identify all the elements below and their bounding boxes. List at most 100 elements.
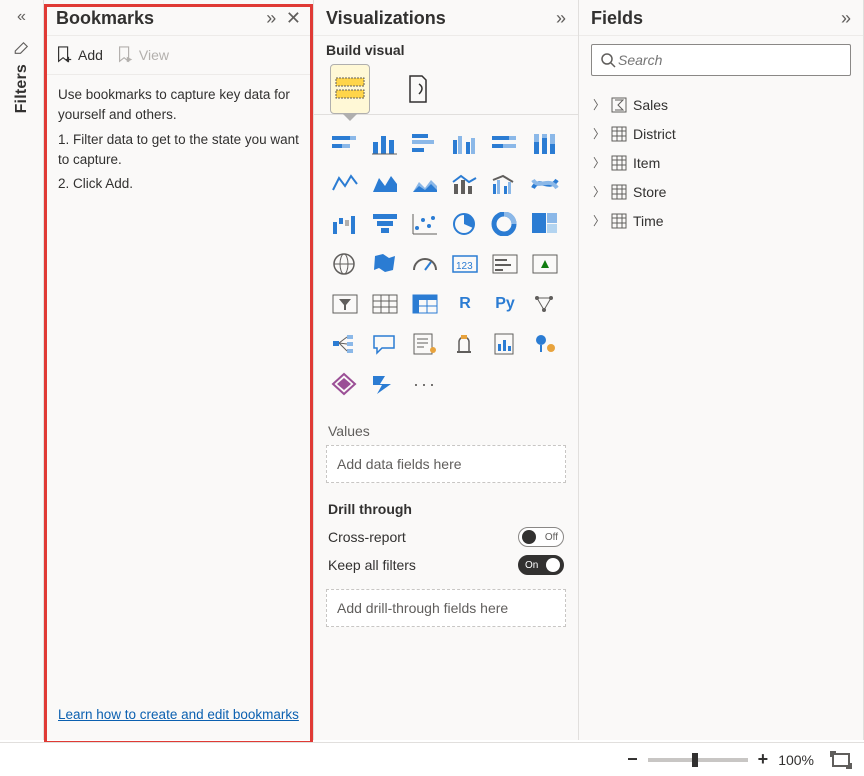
chevron-right-icon: 〉 [593,96,605,113]
kpi-icon[interactable] [528,247,562,281]
drill-through-label: Drill through [314,483,578,523]
build-visual-label: Build visual [314,36,578,58]
add-label: Add [78,47,103,63]
bookmarks-intro: Use bookmarks to capture key data for yo… [58,85,299,126]
r-visual-icon[interactable]: R [448,287,482,321]
stacked-area-chart-icon[interactable] [408,167,442,201]
zoom-out-button[interactable]: − [627,749,638,770]
bookmarks-title: Bookmarks [56,8,260,29]
field-table-time[interactable]: 〉 Time [583,206,859,235]
build-visual-tab[interactable] [330,64,370,114]
key-influencers-icon[interactable] [528,287,562,321]
donut-chart-icon[interactable] [488,207,522,241]
drill-through-field-well[interactable]: Add drill-through fields here [326,589,566,627]
treemap-icon[interactable] [528,207,562,241]
keep-filters-label: Keep all filters [328,557,416,573]
table-icon [611,155,627,171]
slicer-icon[interactable] [328,287,362,321]
chevron-right-icon: 〉 [593,212,605,229]
bookmarks-step1: 1. Filter data to get to the state you w… [58,130,299,171]
arcgis-icon[interactable] [528,327,562,361]
card-icon[interactable]: 123 [448,247,482,281]
bookmarks-pane: Bookmarks » ✕ Add View Use bookmarks to … [44,0,314,740]
hundred-stacked-column-icon[interactable] [528,127,562,161]
search-icon [600,52,616,68]
zoom-bar: − + 100% [0,742,864,776]
goals-icon[interactable] [448,327,482,361]
multi-row-card-icon[interactable] [488,247,522,281]
chevron-right-icon: 〉 [593,183,605,200]
view-bookmark-button: View [117,46,169,64]
line-clustered-column-icon[interactable] [488,167,522,201]
close-bookmarks-icon[interactable]: ✕ [286,8,301,28]
filled-map-icon[interactable] [368,247,402,281]
python-visual-icon[interactable]: Py [488,287,522,321]
cross-report-label: Cross-report [328,529,406,545]
bookmarks-help-link[interactable]: Learn how to create and edit bookmarks [58,707,299,722]
scatter-chart-icon[interactable] [408,207,442,241]
table-icon [611,126,627,142]
build-visual-icon [335,76,365,102]
gauge-icon[interactable] [408,247,442,281]
eraser-icon[interactable] [13,36,31,54]
fit-to-page-icon[interactable] [832,753,850,767]
hundred-stacked-bar-icon[interactable] [488,127,522,161]
view-label: View [139,47,169,63]
map-icon[interactable] [328,247,362,281]
power-apps-icon[interactable] [328,367,362,401]
collapse-visualizations-icon[interactable]: » [556,8,566,28]
cross-report-toggle[interactable]: Off [518,527,564,547]
table-icon [611,213,627,229]
format-icon [405,74,431,104]
zoom-slider[interactable] [648,758,748,762]
matrix-icon[interactable] [408,287,442,321]
chevron-right-icon: 〉 [593,154,605,171]
format-visual-tab[interactable] [398,64,438,114]
line-chart-icon[interactable] [328,167,362,201]
filters-pane-collapsed[interactable]: « Filters [0,0,44,740]
bookmarks-step2: 2. Click Add. [58,174,299,194]
fields-pane: Fields » 〉 Sales 〉 District 〉 Item [579,0,863,740]
svg-text:123: 123 [456,261,473,272]
field-table-district[interactable]: 〉 District [583,119,859,148]
clustered-column-chart-icon[interactable] [448,127,482,161]
visual-type-gallery: 123 R Py ··· [314,115,578,409]
line-stacked-column-icon[interactable] [448,167,482,201]
search-input[interactable] [616,51,842,69]
funnel-chart-icon[interactable] [368,207,402,241]
add-bookmark-button[interactable]: Add [56,46,103,64]
zoom-level: 100% [778,752,814,768]
table-icon[interactable] [368,287,402,321]
paginated-report-icon[interactable] [488,327,522,361]
values-label: Values [314,409,578,445]
visualizations-title: Visualizations [326,8,550,29]
chevron-right-icon: 〉 [593,125,605,142]
zoom-in-button[interactable]: + [758,749,769,770]
fields-search[interactable] [591,44,851,76]
more-visuals-icon[interactable]: ··· [408,367,442,401]
smart-narrative-icon[interactable] [408,327,442,361]
field-table-store[interactable]: 〉 Store [583,177,859,206]
fields-title: Fields [591,8,835,29]
waterfall-chart-icon[interactable] [328,207,362,241]
power-automate-icon[interactable] [368,367,402,401]
fields-table-list: 〉 Sales 〉 District 〉 Item 〉 Store 〉 [579,84,863,241]
table-icon [611,184,627,200]
stacked-bar-chart-icon[interactable] [328,127,362,161]
collapse-fields-icon[interactable]: » [841,8,851,28]
filters-label: Filters [13,64,31,113]
pie-chart-icon[interactable] [448,207,482,241]
area-chart-icon[interactable] [368,167,402,201]
ribbon-chart-icon[interactable] [528,167,562,201]
values-field-well[interactable]: Add data fields here [326,445,566,483]
clustered-bar-chart-icon[interactable] [408,127,442,161]
decomposition-tree-icon[interactable] [328,327,362,361]
collapse-bookmarks-icon[interactable]: » [266,8,276,28]
stacked-column-chart-icon[interactable] [368,127,402,161]
field-table-sales[interactable]: 〉 Sales [583,90,859,119]
qna-icon[interactable] [368,327,402,361]
keep-filters-toggle[interactable]: On [518,555,564,575]
sigma-table-icon [611,97,627,113]
field-table-item[interactable]: 〉 Item [583,148,859,177]
expand-filters-icon[interactable]: « [17,8,26,26]
